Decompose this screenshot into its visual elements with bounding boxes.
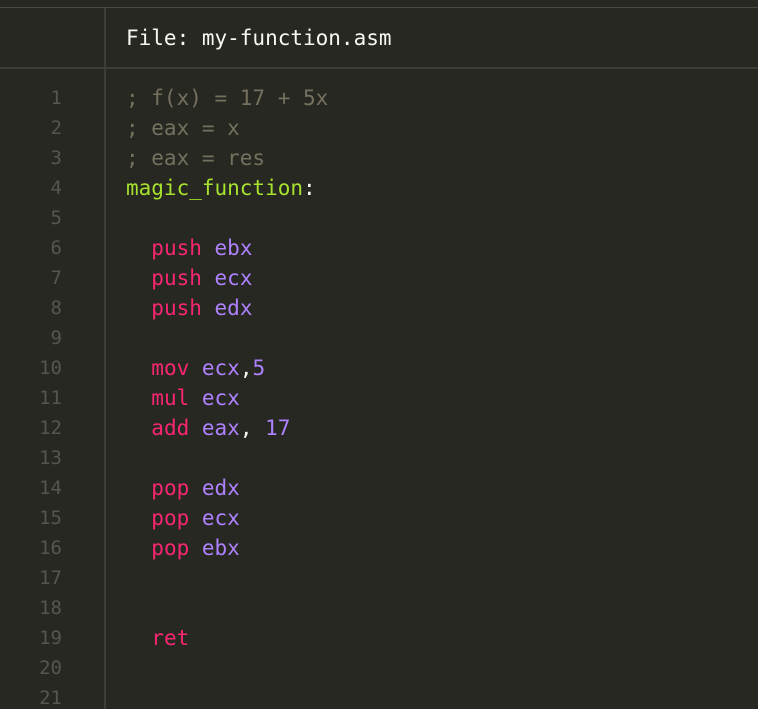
- code-line[interactable]: ; eax = res: [126, 143, 328, 173]
- register: ebx: [214, 236, 253, 260]
- line-number: 6: [50, 237, 62, 259]
- code-line[interactable]: magic_function:: [126, 173, 328, 203]
- code-line[interactable]: push edx: [126, 293, 328, 323]
- instruction: add: [151, 416, 190, 440]
- code-line[interactable]: add eax, 17: [126, 413, 328, 443]
- line-number: 2: [50, 117, 62, 139]
- instruction: pop: [151, 476, 190, 500]
- file-prefix: File:: [126, 26, 202, 50]
- line-number: 4: [50, 177, 62, 199]
- instruction: push: [151, 236, 202, 260]
- code-line[interactable]: pop edx: [126, 473, 328, 503]
- code-line[interactable]: pop ebx: [126, 533, 328, 563]
- line-number: 19: [39, 627, 62, 649]
- comment: ; eax = res: [126, 146, 266, 170]
- code-line[interactable]: mov ecx,5: [126, 353, 328, 383]
- code-line[interactable]: ; eax = x: [126, 113, 328, 143]
- instruction: push: [151, 296, 202, 320]
- register: ebx: [201, 536, 240, 560]
- code-line[interactable]: [126, 593, 328, 623]
- code-line[interactable]: [126, 653, 328, 683]
- register: ecx: [201, 386, 240, 410]
- file-header: File: my-function.asm: [106, 8, 758, 67]
- code-line[interactable]: [126, 443, 328, 473]
- register: ecx: [201, 506, 240, 530]
- register: ecx: [201, 356, 240, 380]
- comment: ; f(x) = 17 + 5x: [126, 86, 329, 110]
- line-number: 15: [39, 507, 62, 529]
- register: eax: [201, 416, 240, 440]
- line-number: 20: [39, 657, 62, 679]
- code-line[interactable]: [126, 683, 328, 709]
- line-number: 3: [50, 147, 62, 169]
- line-number-gutter: 1 2 3 4 5 6 7 8 9 10 11 12 13 14 15 16 1…: [0, 83, 62, 709]
- code-line[interactable]: [126, 563, 328, 593]
- instruction: ret: [151, 626, 190, 650]
- line-number: 17: [39, 567, 62, 589]
- line-number: 7: [50, 267, 62, 289]
- header-divider: [0, 67, 758, 69]
- line-number: 12: [39, 417, 62, 439]
- line-number: 1: [50, 87, 62, 109]
- line-number: 14: [39, 477, 62, 499]
- code-line[interactable]: ret: [126, 623, 328, 653]
- register: ecx: [214, 266, 253, 290]
- code-area[interactable]: ; f(x) = 17 + 5x ; eax = x ; eax = res m…: [126, 83, 328, 709]
- register: edx: [214, 296, 253, 320]
- comment: ; eax = x: [126, 116, 240, 140]
- comma: ,: [239, 356, 253, 380]
- line-number: 5: [50, 207, 62, 229]
- instruction: pop: [151, 536, 190, 560]
- file-title: File: my-function.asm: [126, 24, 392, 52]
- code-editor[interactable]: File: my-function.asm 1 2 3 4 5 6 7 8 9 …: [0, 0, 758, 709]
- gutter-divider: [104, 8, 106, 709]
- code-line[interactable]: push ecx: [126, 263, 328, 293]
- file-name: my-function.asm: [201, 26, 392, 50]
- instruction: mul: [151, 386, 190, 410]
- function-label: magic_function: [126, 176, 304, 200]
- comma: ,: [239, 416, 266, 440]
- instruction: push: [151, 266, 202, 290]
- number-literal: 17: [265, 416, 291, 440]
- instruction: pop: [151, 506, 190, 530]
- code-line[interactable]: mul ecx: [126, 383, 328, 413]
- line-number: 21: [39, 687, 62, 709]
- line-number: 10: [39, 357, 62, 379]
- line-number: 9: [50, 327, 62, 349]
- code-line[interactable]: ; f(x) = 17 + 5x: [126, 83, 328, 113]
- line-number: 13: [39, 447, 62, 469]
- instruction: mov: [151, 356, 190, 380]
- code-line[interactable]: push ebx: [126, 233, 328, 263]
- number-literal: 5: [252, 356, 266, 380]
- line-number: 8: [50, 297, 62, 319]
- line-number: 16: [39, 537, 62, 559]
- code-line[interactable]: pop ecx: [126, 503, 328, 533]
- label-colon: :: [303, 176, 316, 200]
- line-number: 18: [39, 597, 62, 619]
- line-number: 11: [39, 387, 62, 409]
- register: edx: [201, 476, 240, 500]
- code-line[interactable]: [126, 323, 328, 353]
- code-line[interactable]: [126, 203, 328, 233]
